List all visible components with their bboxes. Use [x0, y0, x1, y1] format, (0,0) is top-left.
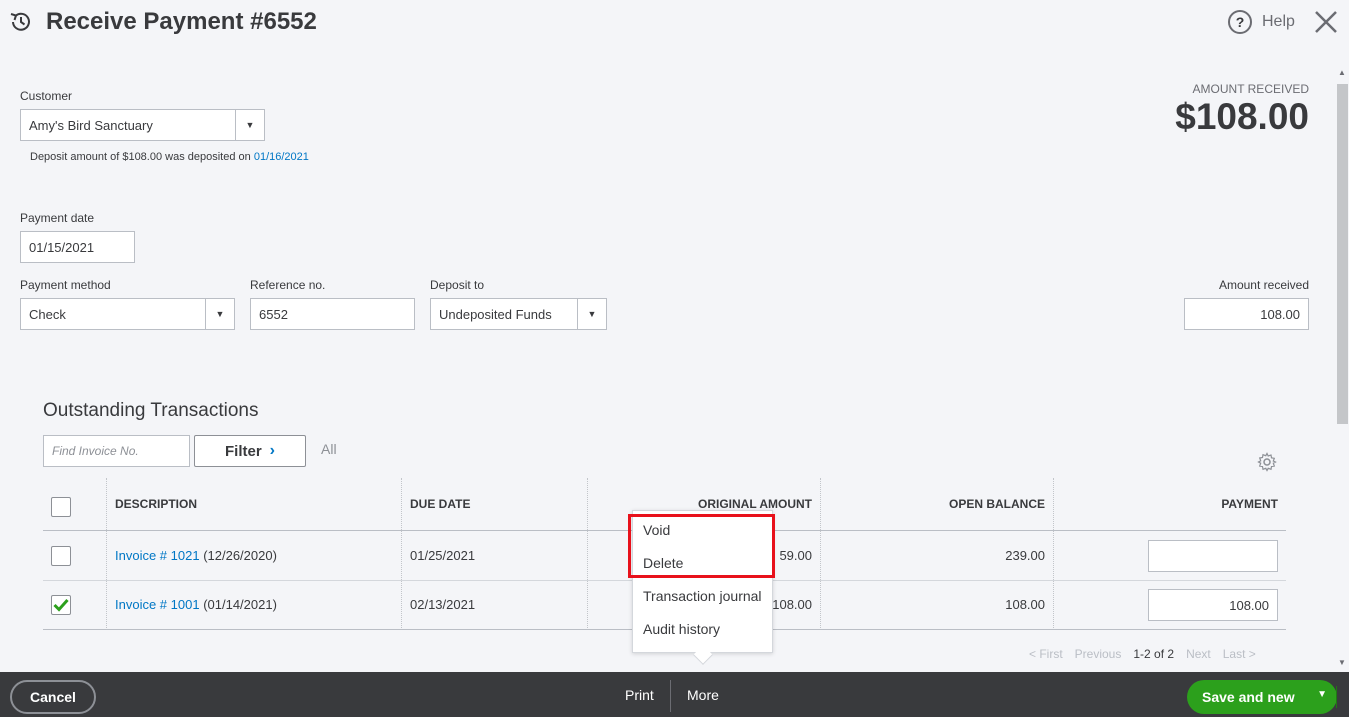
pager-previous[interactable]: Previous — [1075, 647, 1122, 661]
customer-label: Customer — [20, 89, 73, 103]
cancel-button[interactable]: Cancel — [10, 680, 96, 714]
outstanding-title: Outstanding Transactions — [43, 400, 259, 421]
select-all-checkbox[interactable] — [51, 497, 71, 517]
row-checkbox-checked[interactable] — [51, 595, 71, 615]
reference-input[interactable]: 6552 — [250, 298, 415, 330]
chevron-down-icon[interactable]: ▼ — [577, 299, 606, 329]
history-icon[interactable] — [8, 9, 34, 35]
deposit-to-value: Undeposited Funds — [439, 306, 552, 322]
payment-method-select[interactable]: Check ▼ — [20, 298, 235, 330]
deposit-note-text: Deposit amount of $108.00 was deposited … — [30, 151, 251, 163]
pager-first[interactable]: < First — [1029, 647, 1063, 661]
payment-date-label: Payment date — [20, 211, 95, 225]
pagination: < First Previous 1-2 of 2 Next Last > — [1029, 647, 1256, 661]
payment-input[interactable] — [1148, 540, 1278, 572]
amount-field-label: Amount received — [1218, 278, 1309, 292]
reference-label: Reference no. — [250, 278, 326, 292]
chevron-down-icon[interactable]: ▼ — [1317, 689, 1327, 700]
print-button[interactable]: Print — [625, 687, 654, 703]
footer-divider — [670, 680, 671, 712]
find-invoice-input[interactable]: Find Invoice No. — [43, 435, 190, 467]
amount-received-label: AMOUNT RECEIVED — [1192, 82, 1309, 96]
payment-method-value: Check — [29, 306, 66, 322]
highlight-annotation — [628, 514, 775, 578]
save-and-new-label: Save and new — [1202, 689, 1295, 705]
help-label: Help — [1262, 13, 1295, 30]
open-balance-cell: 239.00 — [1005, 548, 1045, 563]
column-header-original-amount[interactable]: ORIGINAL AMOUNT — [698, 497, 812, 511]
save-and-new-button[interactable]: Save and new ▼ — [1187, 680, 1337, 714]
filter-button[interactable]: Filter › — [194, 435, 306, 467]
find-invoice-placeholder: Find Invoice No. — [52, 444, 139, 458]
deposit-to-label: Deposit to — [430, 278, 485, 292]
invoice-date: (12/26/2020) — [199, 548, 277, 563]
scroll-down-icon[interactable]: ▼ — [1338, 658, 1346, 667]
table-row-description: Invoice # 1021 (12/26/2020) — [115, 548, 277, 563]
amount-received-value: $108.00 — [1175, 96, 1309, 137]
payment-input[interactable]: 108.00 — [1148, 589, 1278, 621]
menu-item-audit-history[interactable]: Audit history — [643, 621, 720, 637]
filter-label: Filter — [224, 442, 262, 460]
due-date-cell: 02/13/2021 — [410, 597, 476, 612]
more-button[interactable]: More — [687, 687, 719, 703]
gear-icon[interactable] — [1257, 452, 1277, 472]
open-balance-cell: 108.00 — [1005, 597, 1045, 612]
table-row-description: Invoice # 1001 (01/14/2021) — [115, 597, 277, 612]
help-icon: ? — [1228, 10, 1252, 34]
page-title: Receive Payment #6552 — [46, 8, 317, 35]
customer-value: Amy's Bird Sanctuary — [29, 117, 153, 133]
column-header-description[interactable]: DESCRIPTION — [115, 497, 197, 511]
original-amount-cell: 108.00 — [772, 597, 812, 612]
pager-range: 1-2 of 2 — [1133, 647, 1175, 661]
deposit-note: Deposit amount of $108.00 was deposited … — [30, 151, 309, 163]
due-date-cell: 01/25/2021 — [410, 548, 476, 563]
help-button[interactable]: ? Help — [1228, 10, 1295, 34]
row-checkbox[interactable] — [51, 546, 71, 566]
column-header-payment[interactable]: PAYMENT — [1221, 497, 1278, 511]
checkmark-icon — [53, 598, 69, 612]
chevron-down-icon[interactable]: ▼ — [235, 110, 264, 140]
footer-bar — [0, 672, 1349, 717]
payment-method-label: Payment method — [20, 278, 111, 292]
all-filter-label: All — [321, 441, 337, 457]
customer-select[interactable]: Amy's Bird Sanctuary ▼ — [20, 109, 265, 141]
column-header-due-date[interactable]: DUE DATE — [410, 497, 470, 511]
column-header-open-balance[interactable]: OPEN BALANCE — [949, 497, 1045, 511]
pager-next[interactable]: Next — [1186, 647, 1211, 661]
deposit-date-link[interactable]: 01/16/2021 — [254, 151, 309, 163]
payment-date-input[interactable]: 01/15/2021 — [20, 231, 135, 263]
pager-last[interactable]: Last > — [1223, 647, 1256, 661]
menu-item-transaction-journal[interactable]: Transaction journal — [643, 588, 762, 604]
scroll-up-icon[interactable]: ▲ — [1338, 68, 1346, 77]
close-icon[interactable] — [1312, 8, 1340, 36]
invoice-link[interactable]: Invoice # 1001 — [115, 597, 200, 612]
original-amount-cell: 59.00 — [779, 548, 812, 563]
chevron-down-icon[interactable]: ▼ — [205, 299, 234, 329]
invoice-link[interactable]: Invoice # 1021 — [115, 548, 200, 563]
amount-received-input[interactable]: 108.00 — [1184, 298, 1309, 330]
deposit-to-select[interactable]: Undeposited Funds ▼ — [430, 298, 607, 330]
chevron-right-icon: › — [269, 442, 275, 459]
scrollbar-thumb[interactable] — [1337, 84, 1348, 424]
invoice-date: (01/14/2021) — [199, 597, 277, 612]
